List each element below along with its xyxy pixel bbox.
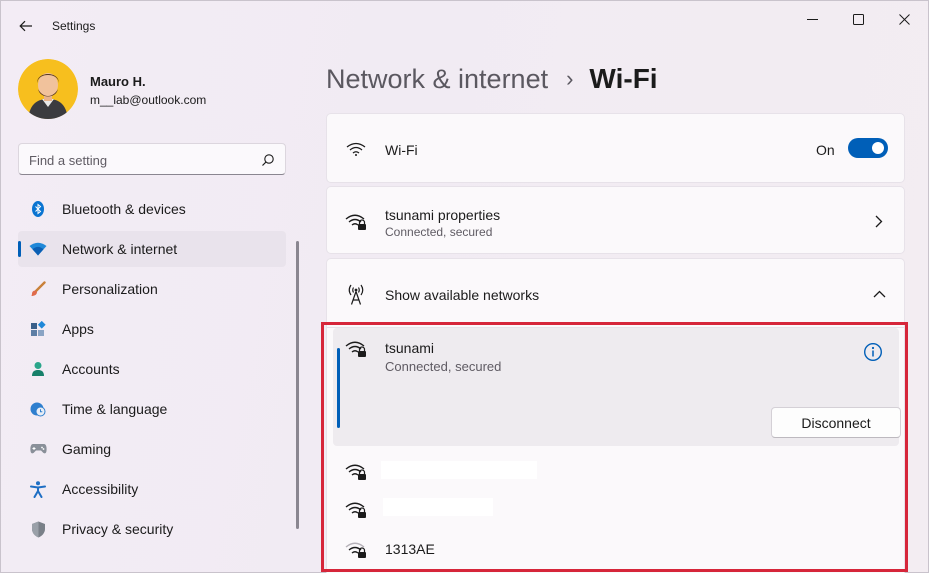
accessibility-icon [29, 480, 47, 498]
available-networks-list: tsunami Connected, secured Disconnect 13… [326, 328, 905, 573]
title-bar: Settings [1, 1, 928, 51]
user-email: m__lab@outlook.com [90, 93, 207, 107]
clock-globe-icon [29, 400, 47, 418]
minimize-icon [806, 18, 818, 20]
wifi-secured-icon [345, 499, 367, 521]
sidebar-nav: Bluetooth & devices Network & internet P… [18, 191, 286, 551]
network-item-redacted-1[interactable] [327, 456, 906, 488]
sidebar-item-privacy[interactable]: Privacy & security [18, 511, 286, 547]
maximize-icon [852, 13, 864, 25]
network-item-redacted-2[interactable] [327, 494, 906, 526]
user-name: Mauro H. [90, 74, 146, 89]
network-status: Connected, secured [385, 359, 502, 374]
close-icon [898, 13, 910, 25]
page-title: Wi-Fi [589, 63, 658, 94]
wifi-card-title: Wi-Fi [385, 142, 418, 158]
back-arrow-icon [19, 20, 32, 32]
sidebar-item-time-language[interactable]: Time & language [18, 391, 286, 427]
shield-icon [29, 520, 47, 538]
show-networks-title: Show available networks [385, 287, 540, 303]
search-input[interactable] [29, 151, 249, 169]
search-box[interactable] [18, 143, 286, 175]
sidebar-item-personalization[interactable]: Personalization [18, 271, 286, 307]
redacted-network-name [383, 498, 493, 516]
wifi-signal-icon [345, 138, 367, 160]
apps-icon [29, 320, 47, 338]
avatar[interactable] [18, 59, 78, 119]
properties-title: tsunami properties [385, 207, 501, 223]
maximize-button[interactable] [835, 5, 881, 33]
network-properties-card[interactable]: tsunami properties Connected, secured [326, 186, 905, 254]
wifi-toggle-card: Wi-Fi On [326, 113, 905, 183]
properties-subtitle: Connected, secured [385, 225, 493, 239]
sidebar-item-accessibility[interactable]: Accessibility [18, 471, 286, 507]
disconnect-button[interactable]: Disconnect [771, 407, 901, 438]
selected-indicator [337, 348, 340, 428]
bluetooth-icon [29, 200, 47, 218]
network-name: 1313AE [385, 541, 435, 557]
close-button[interactable] [881, 5, 927, 33]
breadcrumb: Network & internet › Wi-Fi [326, 59, 658, 99]
minimize-button[interactable] [789, 5, 835, 33]
active-indicator [18, 241, 21, 257]
wifi-toggle[interactable] [848, 138, 888, 158]
network-item-1313ae[interactable]: 1313AE [327, 532, 906, 566]
redacted-network-name [381, 461, 537, 479]
sidebar-item-accounts[interactable]: Accounts [18, 351, 286, 387]
person-icon [29, 360, 47, 378]
breadcrumb-parent[interactable]: Network & internet [326, 64, 548, 95]
chevron-up-icon [872, 287, 886, 301]
network-name: tsunami [385, 340, 435, 356]
avatar-image-icon [18, 59, 78, 119]
app-title: Settings [52, 19, 96, 33]
brush-icon [29, 280, 47, 298]
antenna-icon [345, 283, 367, 305]
wifi-secured-icon [345, 211, 367, 233]
breadcrumb-separator: › [566, 66, 574, 91]
toggle-knob [872, 142, 884, 154]
info-icon[interactable] [863, 342, 883, 362]
sidebar-item-bluetooth[interactable]: Bluetooth & devices [18, 191, 286, 227]
sidebar-item-network[interactable]: Network & internet [18, 231, 286, 267]
sidebar-item-gaming[interactable]: Gaming [18, 431, 286, 467]
settings-window: Settings Mauro H. m__lab@outlook.com Fin… [0, 0, 929, 573]
back-button[interactable] [11, 11, 41, 41]
sidebar-item-apps[interactable]: Apps [18, 311, 286, 347]
wifi-icon [29, 240, 47, 258]
sidebar-scrollbar[interactable] [296, 241, 299, 529]
show-networks-card[interactable]: Show available networks [326, 258, 905, 328]
wifi-secured-icon [345, 461, 367, 483]
wifi-weak-secured-icon [345, 539, 367, 561]
wifi-secured-icon [345, 338, 367, 360]
chevron-right-icon [872, 214, 886, 228]
connected-network-item[interactable]: tsunami Connected, secured Disconnect [333, 328, 901, 446]
search-icon[interactable] [261, 153, 275, 167]
gamepad-icon [29, 440, 47, 458]
wifi-toggle-label: On [816, 142, 835, 158]
